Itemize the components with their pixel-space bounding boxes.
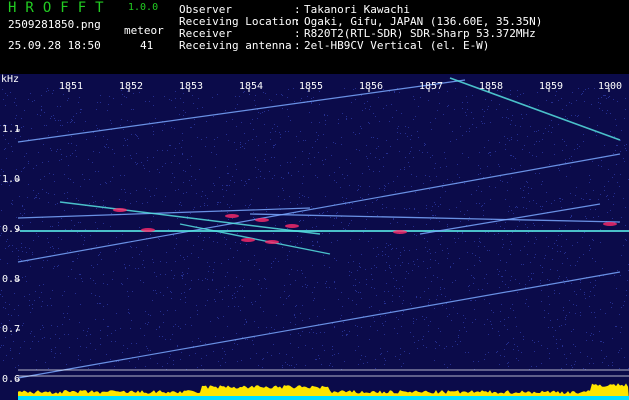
- timestamp: 25.09.28 18:50: [8, 39, 101, 52]
- hot-spot: [225, 214, 239, 218]
- separator: :: [294, 39, 301, 52]
- hot-spot: [393, 230, 407, 234]
- antenna-label: Receiving antenna: [179, 39, 292, 52]
- file-name: 2509281850.png: [8, 18, 101, 31]
- level-base: [18, 396, 629, 400]
- app-name: HROFFT: [8, 0, 113, 16]
- hot-spot: [285, 224, 299, 228]
- spectrogram-plot: [0, 74, 629, 400]
- hot-spot: [241, 238, 255, 242]
- hot-spot: [113, 208, 127, 212]
- hot-spot: [603, 222, 617, 226]
- header-panel: HROFFT 1.0.0 2509281850.png meteor 25.09…: [0, 0, 629, 74]
- hot-spot: [255, 218, 269, 222]
- detection-type-label: meteor: [124, 24, 164, 37]
- hot-spot: [141, 228, 155, 232]
- antenna-value: 2el-HB9CV Vertical (el. E-W): [304, 39, 490, 52]
- detection-count: 41: [140, 39, 154, 52]
- hot-spot: [265, 240, 279, 244]
- app-version: 1.0.0: [128, 2, 159, 13]
